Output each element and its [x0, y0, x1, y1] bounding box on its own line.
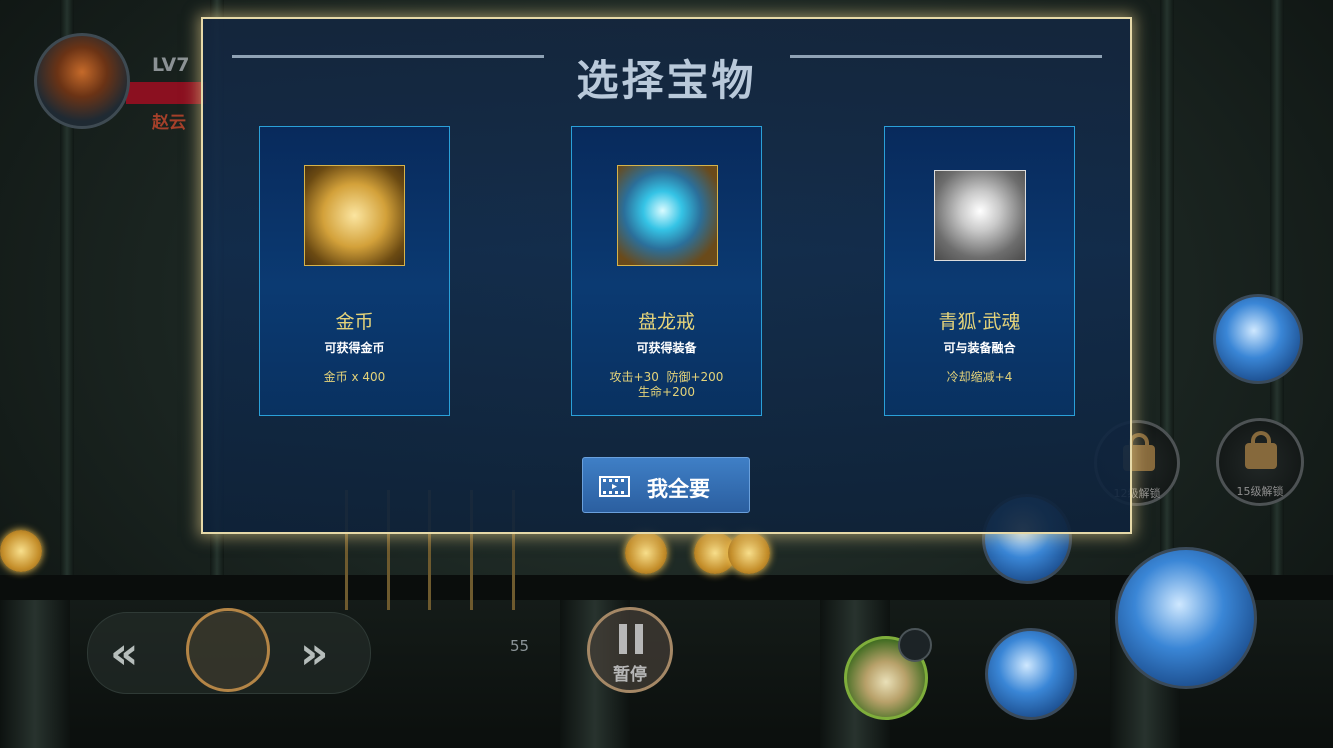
- player-name: 赵云: [152, 113, 186, 133]
- pause-icon: [619, 624, 643, 654]
- move-right-icon[interactable]: »: [300, 628, 328, 679]
- card-desc: 可获得金币: [324, 341, 385, 355]
- jump-skill-button[interactable]: [1213, 294, 1303, 384]
- player-level: LV7: [152, 54, 190, 76]
- coin-pickup: [625, 532, 667, 574]
- card-name: 金币: [335, 311, 374, 333]
- treasure-card-fox-soul[interactable]: 青狐·武魂 可与装备融合 冷却缩减+4: [884, 126, 1075, 416]
- card-stat-line: 冷却缩减+4: [946, 370, 1013, 384]
- take-all-button[interactable]: 我全要: [582, 457, 750, 513]
- card-desc: 可与装备融合: [943, 341, 1016, 355]
- card-stat: 攻击+30 防御+200 生命+200: [572, 370, 761, 400]
- card-name: 盘龙戒: [637, 311, 695, 333]
- card-stat-line: 生命+200: [638, 385, 695, 399]
- stone-pillar: [0, 600, 70, 748]
- card-stat: 金币 x 400: [260, 370, 449, 385]
- bamboo-stalk: [1160, 0, 1174, 600]
- lock-level-label: 15级解锁: [1236, 485, 1284, 498]
- coin-pickup: [728, 532, 770, 574]
- card-stat: 冷却缩减+4: [885, 370, 1074, 385]
- move-left-icon[interactable]: «: [110, 628, 138, 679]
- health-bar: [126, 82, 206, 104]
- card-name: 青狐·武魂: [938, 311, 1021, 333]
- video-ad-icon: [599, 476, 630, 497]
- fox-soul-icon: [934, 170, 1026, 261]
- title-divider: [232, 55, 544, 58]
- title-divider: [790, 55, 1102, 58]
- treasure-card-gold[interactable]: 金币 可获得金币 金币 x 400: [259, 126, 450, 416]
- lock-icon-body: [1245, 443, 1277, 469]
- coin-pickup: [0, 530, 42, 572]
- card-stat-line: 金币 x 400: [323, 370, 386, 384]
- card-stat-line: 攻击+30 防御+200: [609, 370, 724, 384]
- gold-coin-icon: [304, 165, 405, 266]
- lightning-skill-button[interactable]: [985, 628, 1077, 720]
- movement-joystick[interactable]: [186, 608, 270, 692]
- pause-button[interactable]: 暂停: [587, 607, 673, 693]
- treasure-card-ring[interactable]: 盘龙戒 可获得装备 攻击+30 防御+200 生命+200: [571, 126, 762, 416]
- player-avatar[interactable]: [34, 33, 130, 129]
- locked-skill-slot[interactable]: 15级解锁: [1216, 418, 1304, 506]
- item-count-badge: [898, 628, 932, 662]
- dragon-ring-icon: [617, 165, 718, 266]
- take-all-label: 我全要: [647, 477, 710, 501]
- attack-button[interactable]: [1115, 547, 1257, 689]
- pause-label: 暂停: [613, 665, 647, 685]
- card-desc: 可获得装备: [636, 341, 697, 355]
- score-counter: 55: [510, 637, 530, 655]
